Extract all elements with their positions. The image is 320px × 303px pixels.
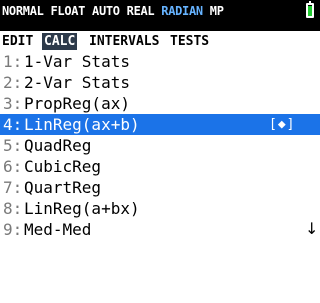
menu-item-2-var-stats[interactable]: 2: 2-Var Stats <box>0 72 320 93</box>
item-label: 2-Var Stats <box>24 73 130 92</box>
menu-tabs: EDIT CALC INTERVALS TESTS <box>0 33 320 50</box>
menu-item-cubicreg[interactable]: 6: CubicReg <box>0 156 320 177</box>
item-label: Med-Med <box>24 220 92 239</box>
menu-item-med-med[interactable]: 9: Med-Med <box>0 219 320 240</box>
item-number: 1: <box>3 52 23 71</box>
angle-mode: RADIAN <box>161 4 203 18</box>
menu-item-quadreg[interactable]: 5: QuadReg <box>0 135 320 156</box>
menu-item-1-var-stats[interactable]: 1: 1-Var Stats <box>0 51 320 72</box>
mode-text-end: MP <box>202 4 224 18</box>
battery-level <box>308 6 312 16</box>
mode-indicators: NORMAL FLOAT AUTO REAL RADIAN MP <box>2 0 224 22</box>
item-number: 6: <box>3 157 23 176</box>
menu-item-propreg[interactable]: 3: PropReg(ax) <box>0 93 320 114</box>
scroll-down-arrow-icon: ↓ <box>305 219 319 238</box>
item-label: QuartReg <box>24 178 102 197</box>
battery-icon <box>306 1 314 18</box>
tab-calc[interactable]: CALC <box>42 33 78 50</box>
item-label: PropReg(ax) <box>24 94 130 113</box>
menu-item-linreg-axb[interactable]: 4: LinReg(ax+b) [◆] <box>0 114 320 135</box>
item-number: 9: <box>3 220 23 239</box>
menu-item-linreg-abx[interactable]: 8: LinReg(a+bx) <box>0 198 320 219</box>
item-number: 3: <box>3 94 23 113</box>
item-label: LinReg(ax+b) <box>24 115 140 134</box>
tab-tests[interactable]: TESTS <box>170 33 209 50</box>
wizard-hint-icon: [◆] <box>269 117 296 132</box>
mode-text: NORMAL FLOAT AUTO REAL <box>2 4 162 18</box>
tab-intervals[interactable]: INTERVALS <box>89 33 159 50</box>
item-number: 5: <box>3 136 23 155</box>
item-number: 8: <box>3 199 23 218</box>
item-label: QuadReg <box>24 136 92 155</box>
item-number: 7: <box>3 178 23 197</box>
item-label: LinReg(a+bx) <box>24 199 140 218</box>
tab-edit[interactable]: EDIT <box>2 33 33 50</box>
status-bar: NORMAL FLOAT AUTO REAL RADIAN MP <box>0 0 320 31</box>
menu-item-quartreg[interactable]: 7: QuartReg <box>0 177 320 198</box>
item-label: 1-Var Stats <box>24 52 130 71</box>
item-number: 2: <box>3 73 23 92</box>
item-label: CubicReg <box>24 157 102 176</box>
item-number: 4: <box>3 115 23 134</box>
